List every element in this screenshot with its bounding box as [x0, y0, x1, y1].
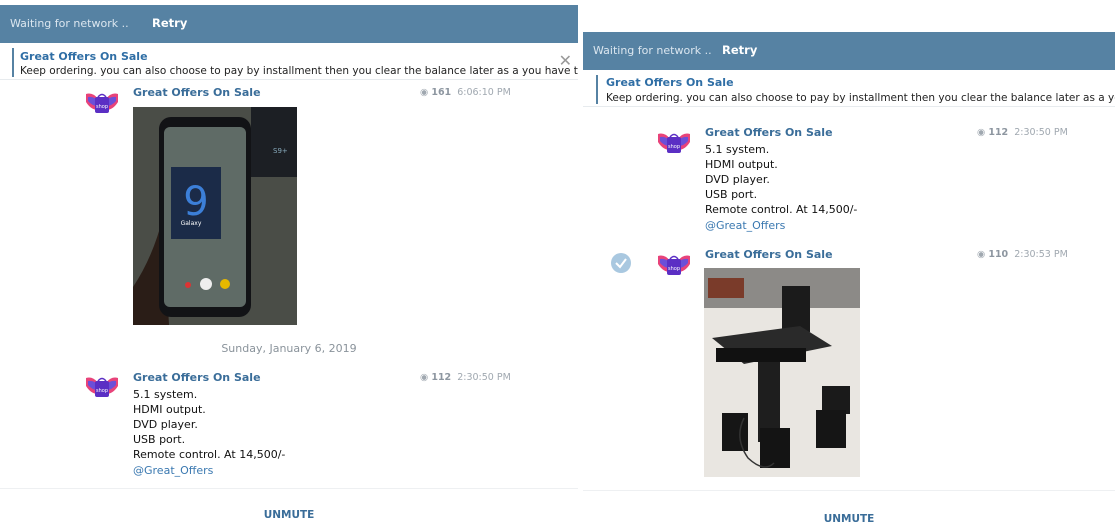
sender-name[interactable]: Great Offers On Sale	[133, 86, 261, 99]
message-time: 2:30:50 PM	[1014, 127, 1068, 138]
message-line: DVD player.	[133, 418, 198, 431]
eye-icon: ◉	[977, 249, 986, 260]
pinned-text: Keep ordering. you can also choose to pa…	[606, 92, 1115, 104]
svg-text:shop: shop	[668, 266, 680, 272]
phone-photo[interactable]: S9+ 9 Galaxy	[133, 107, 297, 325]
view-count: 110	[988, 249, 1009, 260]
sender-name[interactable]: Great Offers On Sale	[705, 126, 833, 139]
message-line: USB port.	[133, 433, 186, 446]
retry-button[interactable]: Retry	[152, 16, 187, 30]
message-line: HDMI output.	[705, 158, 778, 171]
channel-avatar[interactable]: shop	[656, 128, 692, 158]
svg-text:Galaxy: Galaxy	[181, 220, 202, 227]
pinned-bar	[596, 75, 598, 104]
pinned-message[interactable]: Great Offers On Sale Keep ordering. you …	[583, 70, 1115, 107]
sender-name[interactable]: Great Offers On Sale	[705, 248, 833, 261]
sender-name[interactable]: Great Offers On Sale	[133, 371, 261, 384]
eye-icon: ◉	[977, 127, 986, 138]
message-time: 2:30:50 PM	[457, 372, 511, 383]
message-text: shop Great Offers On Sale ◉ 112 2:30:50 …	[583, 122, 1115, 240]
pinned-title: Great Offers On Sale	[606, 76, 734, 89]
network-bar: Waiting for network .. Retry	[0, 5, 578, 43]
right-chat-panel: Waiting for network .. Retry Great Offer…	[583, 0, 1115, 522]
svg-text:shop: shop	[96, 388, 108, 394]
left-chat-panel: Waiting for network .. Retry Great Offer…	[0, 0, 578, 522]
eye-icon: ◉	[420, 87, 429, 98]
message-line: Remote control. At 14,500/-	[133, 448, 286, 461]
message-line: 5.1 system.	[133, 388, 198, 401]
message-line: USB port.	[705, 188, 758, 201]
channel-link[interactable]: @Great_Offers	[705, 219, 785, 232]
message-time: 2:30:53 PM	[1014, 249, 1068, 260]
message-text: shop Great Offers On Sale ◉ 112 2:30:50 …	[0, 368, 578, 486]
message-meta: ◉ 112 2:30:50 PM	[977, 127, 1068, 138]
message-line: Remote control. At 14,500/-	[705, 203, 858, 216]
bottom-bar: UNMUTE	[0, 488, 578, 522]
eye-icon: ◉	[420, 372, 429, 383]
message-photo: shop Great Offers On Sale ◉ 161 6:06:10 …	[0, 84, 578, 329]
channel-avatar[interactable]: shop	[84, 88, 120, 118]
svg-text:9: 9	[183, 179, 208, 225]
message-line: HDMI output.	[133, 403, 206, 416]
message-line: DVD player.	[705, 173, 770, 186]
pinned-message[interactable]: Great Offers On Sale Keep ordering. you …	[0, 43, 578, 80]
message-line: 5.1 system.	[705, 143, 770, 156]
svg-text:shop: shop	[668, 144, 680, 150]
network-bar: Waiting for network .. Retry	[583, 32, 1115, 70]
network-status: Waiting for network ..	[10, 17, 129, 30]
network-status: Waiting for network ..	[593, 44, 712, 57]
retry-button[interactable]: Retry	[722, 43, 757, 57]
view-count: 112	[431, 372, 452, 383]
view-count: 112	[988, 127, 1009, 138]
message-meta: ◉ 161 6:06:10 PM	[420, 87, 511, 98]
message-meta: ◉ 110 2:30:53 PM	[977, 249, 1068, 260]
check-icon[interactable]	[611, 253, 631, 273]
date-separator: Sunday, January 6, 2019	[221, 342, 357, 355]
channel-link[interactable]: @Great_Offers	[133, 464, 213, 477]
channel-avatar[interactable]: shop	[656, 250, 692, 280]
pinned-text: Keep ordering. you can also choose to pa…	[20, 65, 578, 77]
close-icon[interactable]: ✕	[559, 53, 572, 69]
svg-text:S9+: S9+	[273, 147, 288, 155]
message-photo: shop Great Offers On Sale ◉ 110 2:30:53 …	[583, 244, 1115, 484]
message-meta: ◉ 112 2:30:50 PM	[420, 372, 511, 383]
unmute-button[interactable]: UNMUTE	[583, 513, 1115, 522]
unmute-button[interactable]: UNMUTE	[0, 509, 578, 521]
svg-text:shop: shop	[96, 104, 108, 110]
channel-avatar[interactable]: shop	[84, 372, 120, 402]
pinned-title: Great Offers On Sale	[20, 50, 148, 63]
message-time: 6:06:10 PM	[457, 87, 511, 98]
pinned-bar	[12, 48, 14, 77]
view-count: 161	[431, 87, 452, 98]
bottom-bar: UNMUTE	[583, 490, 1115, 522]
home-theater-photo[interactable]	[704, 268, 860, 477]
